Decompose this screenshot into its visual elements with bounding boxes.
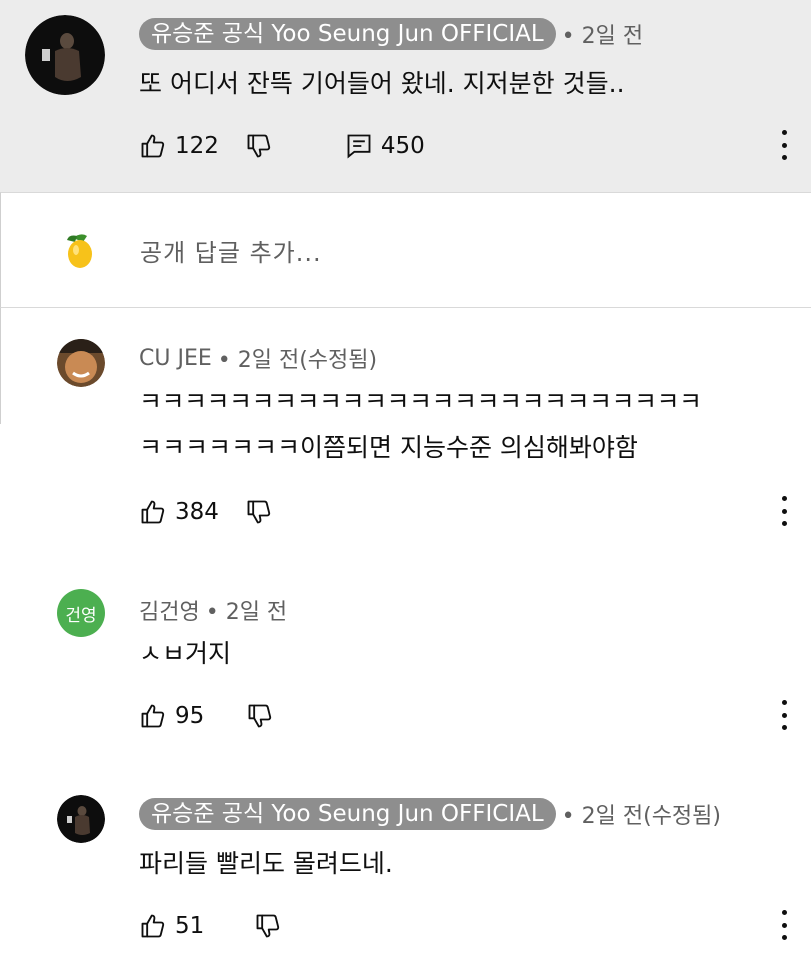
more-options-button[interactable] (778, 130, 790, 160)
comment-time: • 2일 전 (205, 600, 288, 625)
reply-composer: 공개 답글 추가... (0, 192, 811, 308)
more-options-button[interactable] (778, 700, 790, 730)
like-button[interactable]: 384 (139, 498, 219, 526)
dislike-button[interactable] (254, 912, 282, 940)
author-name[interactable]: CU JEE (139, 346, 212, 371)
comment-meta: 김건영 • 2일 전 (139, 594, 287, 626)
user-avatar (63, 230, 97, 270)
comment-actions: 384 (139, 494, 273, 530)
more-options-button[interactable] (778, 496, 790, 526)
thumb-down-icon (256, 914, 280, 938)
author-name-badge[interactable]: 유승준 공식 Yoo Seung Jun OFFICIAL (139, 798, 556, 830)
dislike-button[interactable] (245, 498, 273, 526)
comment-meta: 유승준 공식 Yoo Seung Jun OFFICIAL • 2일 전(수정됨… (139, 798, 721, 830)
thumb-up-icon (141, 134, 165, 158)
dislike-button[interactable] (245, 132, 273, 160)
comment-text: 또 어디서 잔뜩 기어들어 왔네. 지저분한 것들.. (139, 69, 625, 98)
thumb-up-icon (141, 500, 165, 524)
avatar-kim[interactable]: 건영 (57, 589, 105, 637)
comment-thread-reply-2: 건영 김건영 • 2일 전 ㅅㅂ거지 95 (0, 546, 811, 758)
author-name[interactable]: 김건영 (139, 594, 200, 626)
more-vertical-icon (781, 496, 787, 501)
dislike-button[interactable] (246, 702, 274, 730)
avatar-owner[interactable] (25, 15, 105, 95)
thumb-down-icon (247, 134, 271, 158)
comment-time: • 2일 전(수정됨) (561, 804, 721, 829)
comment-actions: 51 (139, 908, 282, 944)
reply-input[interactable]: 공개 답글 추가... (140, 233, 322, 268)
more-options-button[interactable] (778, 910, 790, 940)
comment-thread-owner-1: 유승준 공식 Yoo Seung Jun OFFICIAL • 2일 전 또 어… (0, 0, 811, 192)
comment-time: • 2일 전 (561, 24, 644, 49)
comment-text-line-2: ㅋㅋㅋㅋㅋㅋㅋ이쯤되면 지능수준 의심해봐야함 (139, 433, 638, 462)
thumb-up-icon (141, 704, 165, 728)
like-count: 384 (175, 499, 219, 525)
author-name-badge[interactable]: 유승준 공식 Yoo Seung Jun OFFICIAL (139, 18, 556, 50)
thumb-down-icon (248, 704, 272, 728)
comment-icon (347, 134, 371, 159)
like-count: 51 (175, 913, 205, 939)
comment-meta: CU JEE • 2일 전(수정됨) (139, 342, 377, 374)
more-vertical-icon (781, 130, 787, 135)
comment-text-line-1: ㅋㅋㅋㅋㅋㅋㅋㅋㅋㅋㅋㅋㅋㅋㅋㅋㅋㅋㅋㅋㅋㅋㅋㅋㅋ (139, 387, 702, 416)
replies-button[interactable]: 450 (345, 132, 425, 160)
like-button[interactable]: 51 (139, 912, 204, 940)
thumb-up-icon (141, 914, 165, 938)
comment-actions: 95 (139, 698, 274, 734)
comment-text: ㅅㅂ거지 (139, 639, 232, 668)
more-vertical-icon (781, 700, 787, 705)
more-vertical-icon (781, 910, 787, 915)
comment-text: 파리들 빨리도 몰려드네. (139, 849, 393, 878)
avatar-owner[interactable] (57, 795, 105, 843)
like-count: 122 (175, 133, 219, 159)
comment-time: • 2일 전(수정됨) (217, 348, 378, 373)
avatar-cu-jee[interactable] (57, 339, 105, 387)
like-button[interactable]: 95 (139, 702, 204, 730)
comment-thread-owner-2: 유승준 공식 Yoo Seung Jun OFFICIAL • 2일 전(수정됨… (0, 758, 811, 960)
comment-meta: 유승준 공식 Yoo Seung Jun OFFICIAL • 2일 전 (139, 18, 643, 50)
like-button[interactable]: 122 (139, 132, 219, 160)
comment-thread-reply-1: CU JEE • 2일 전(수정됨) ㅋㅋㅋㅋㅋㅋㅋㅋㅋㅋㅋㅋㅋㅋㅋㅋㅋㅋㅋㅋㅋ… (0, 308, 811, 546)
thumb-down-icon (247, 500, 271, 524)
like-count: 95 (175, 703, 205, 729)
mango-icon (67, 234, 92, 268)
comment-actions: 122 450 (139, 128, 425, 164)
reply-count: 450 (380, 133, 425, 159)
avatar-initials: 건영 (65, 605, 97, 626)
